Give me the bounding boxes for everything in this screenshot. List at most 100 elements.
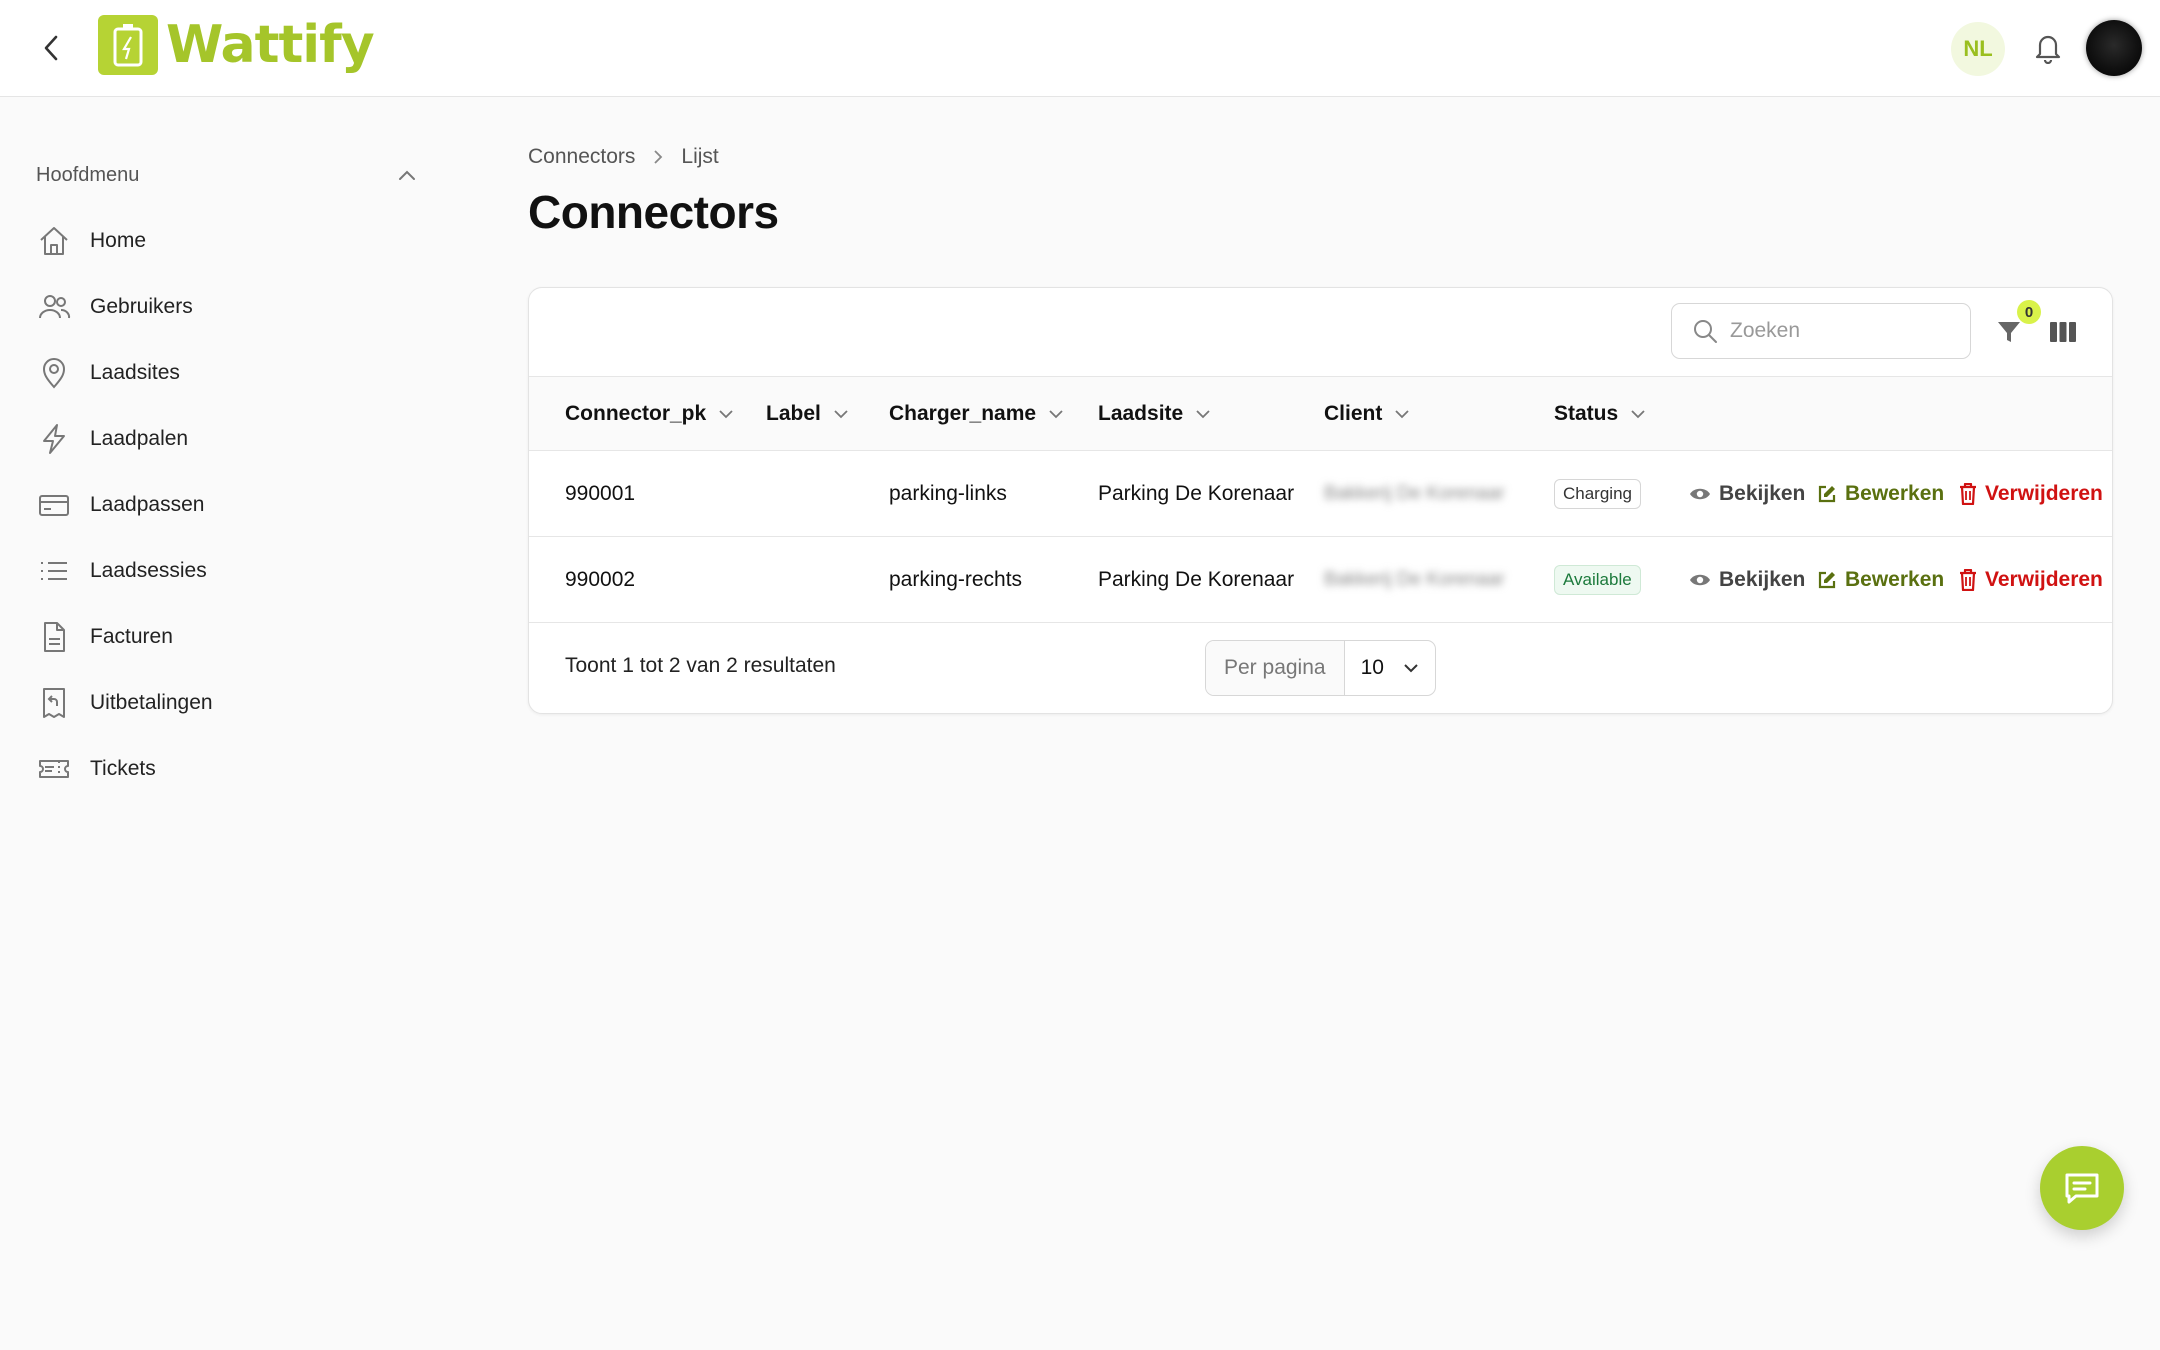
chevron-down-icon [833,409,849,419]
top-bar: Wattify NL [0,0,2160,97]
sidebar-item-facturen[interactable]: Facturen [36,612,416,662]
column-header-label: Connector_pk [565,402,707,425]
breadcrumb-parent[interactable]: Connectors [528,145,635,169]
view-button[interactable]: Bekijken [1689,537,1805,623]
table-row[interactable]: 990001 parking-links Parking De Korenaar… [529,451,2112,537]
users-icon [36,289,72,325]
chevron-up-icon [399,170,415,180]
chevron-down-icon [1394,409,1410,419]
search-icon [1694,320,1717,343]
edit-icon [1818,571,1836,589]
search-input[interactable] [1730,319,1950,343]
sidebar-item-label: Laadsessies [90,559,207,582]
sidebar-item-label: Gebruikers [90,295,193,318]
per-page-selector: Per pagina 10 [1205,640,1436,696]
filter-count-badge: 0 [2017,300,2041,324]
lightning-icon [36,421,72,457]
edit-button[interactable]: Bewerken [1817,451,1944,537]
chevron-right-icon [653,149,663,165]
document-icon [36,619,72,655]
cell-connector-pk: 990002 [565,568,636,591]
column-header-label: Status [1554,402,1619,425]
cell-client: Bakkerij De Korenaar [1324,483,1505,504]
sidebar-item-laadsessies[interactable]: Laadsessies [36,546,416,596]
cell-laadsite: Parking De Korenaar [1098,482,1295,505]
logo[interactable]: Wattify [98,14,375,76]
chat-icon [2065,1173,2099,1204]
battery-logo-icon [98,15,158,75]
delete-label: Verwijderen [1985,482,2103,505]
credit-card-icon [36,487,72,523]
trash-icon [1960,569,1976,591]
sidebar-item-label: Laadsites [90,361,180,384]
view-label: Bekijken [1719,568,1806,591]
sidebar-item-uitbetalingen[interactable]: Uitbetalingen [36,678,416,728]
sidebar-item-laadpassen[interactable]: Laadpassen [36,480,416,530]
chevron-down-icon [1195,409,1211,419]
delete-label: Verwijderen [1985,568,2103,591]
view-button[interactable]: Bekijken [1689,451,1805,537]
chevron-down-icon [1630,409,1646,419]
cell-connector-pk: 990001 [565,482,636,505]
map-pin-icon [36,355,72,391]
sidebar-item-label: Home [90,229,147,252]
column-header-label-col[interactable]: Label [766,377,849,451]
sidebar-item-label: Laadpalen [90,427,189,450]
sidebar-item-laadpalen[interactable]: Laadpalen [36,414,416,464]
delete-button[interactable]: Verwijderen [1959,451,2103,537]
column-header-label: Laadsite [1098,402,1184,425]
receipt-refund-icon [36,685,72,721]
eye-icon [1690,574,1710,586]
chevron-down-icon [718,409,734,419]
table-row[interactable]: 990002 parking-rechts Parking De Korenaa… [529,537,2112,623]
sidebar-item-label: Tickets [90,757,156,780]
avatar[interactable] [2086,20,2142,76]
cell-laadsite: Parking De Korenaar [1098,568,1295,591]
per-page-label: Per pagina [1206,641,1345,695]
chat-button[interactable] [2040,1146,2124,1230]
breadcrumb-current: Lijst [681,145,719,168]
sidebar-item-tickets[interactable]: Tickets [36,744,416,794]
sidebar-item-label: Laadpassen [90,493,205,516]
main-menu-toggle[interactable]: Hoofdmenu [36,160,416,190]
main-menu-title: Hoofdmenu [36,163,140,186]
page-title: Connectors [528,186,779,238]
logo-text: Wattify [166,15,375,75]
back-button[interactable] [36,30,66,66]
language-switcher[interactable]: NL [1951,22,2005,76]
table-header: Connector_pk Label Charger_name Laadsite… [529,377,2112,451]
column-header-connector-pk[interactable]: Connector_pk [565,377,734,451]
column-header-status[interactable]: Status [1554,377,1646,451]
view-label: Bekijken [1719,482,1806,505]
cell-charger-name: parking-rechts [889,568,1023,591]
ticket-icon [36,751,72,787]
notifications-button[interactable] [2030,30,2066,66]
sidebar-item-home[interactable]: Home [36,216,416,266]
sidebar-item-gebruikers[interactable]: Gebruikers [36,282,416,332]
column-header-laadsite[interactable]: Laadsite [1098,377,1211,451]
edit-label: Bewerken [1845,568,1945,591]
delete-button[interactable]: Verwijderen [1959,537,2103,623]
sidebar-item-label: Facturen [90,625,173,648]
cell-charger-name: parking-links [889,482,1007,505]
edit-button[interactable]: Bewerken [1817,537,1944,623]
column-header-label: Charger_name [889,402,1037,425]
columns-icon [2050,322,2076,342]
column-header-charger-name[interactable]: Charger_name [889,377,1064,451]
column-header-client[interactable]: Client [1324,377,1410,451]
column-header-label: Label [766,402,821,425]
connectors-table-card: 0 Connector_pk Label Charger_name Laadsi… [528,287,2113,714]
cell-client: Bakkerij De Korenaar [1324,569,1505,590]
edit-icon [1818,485,1836,503]
sidebar-item-laadsites[interactable]: Laadsites [36,348,416,398]
per-page-select[interactable]: 10 [1345,641,1435,695]
chevron-down-icon [1403,664,1418,673]
columns-toggle-button[interactable] [2047,316,2079,348]
chevron-left-icon [44,35,58,61]
column-header-label: Client [1324,402,1383,425]
filter-icon [1998,322,2020,342]
chevron-down-icon [1048,409,1064,419]
table-toolbar: 0 [529,288,2112,377]
bell-icon [2035,35,2061,64]
trash-icon [1960,483,1976,505]
